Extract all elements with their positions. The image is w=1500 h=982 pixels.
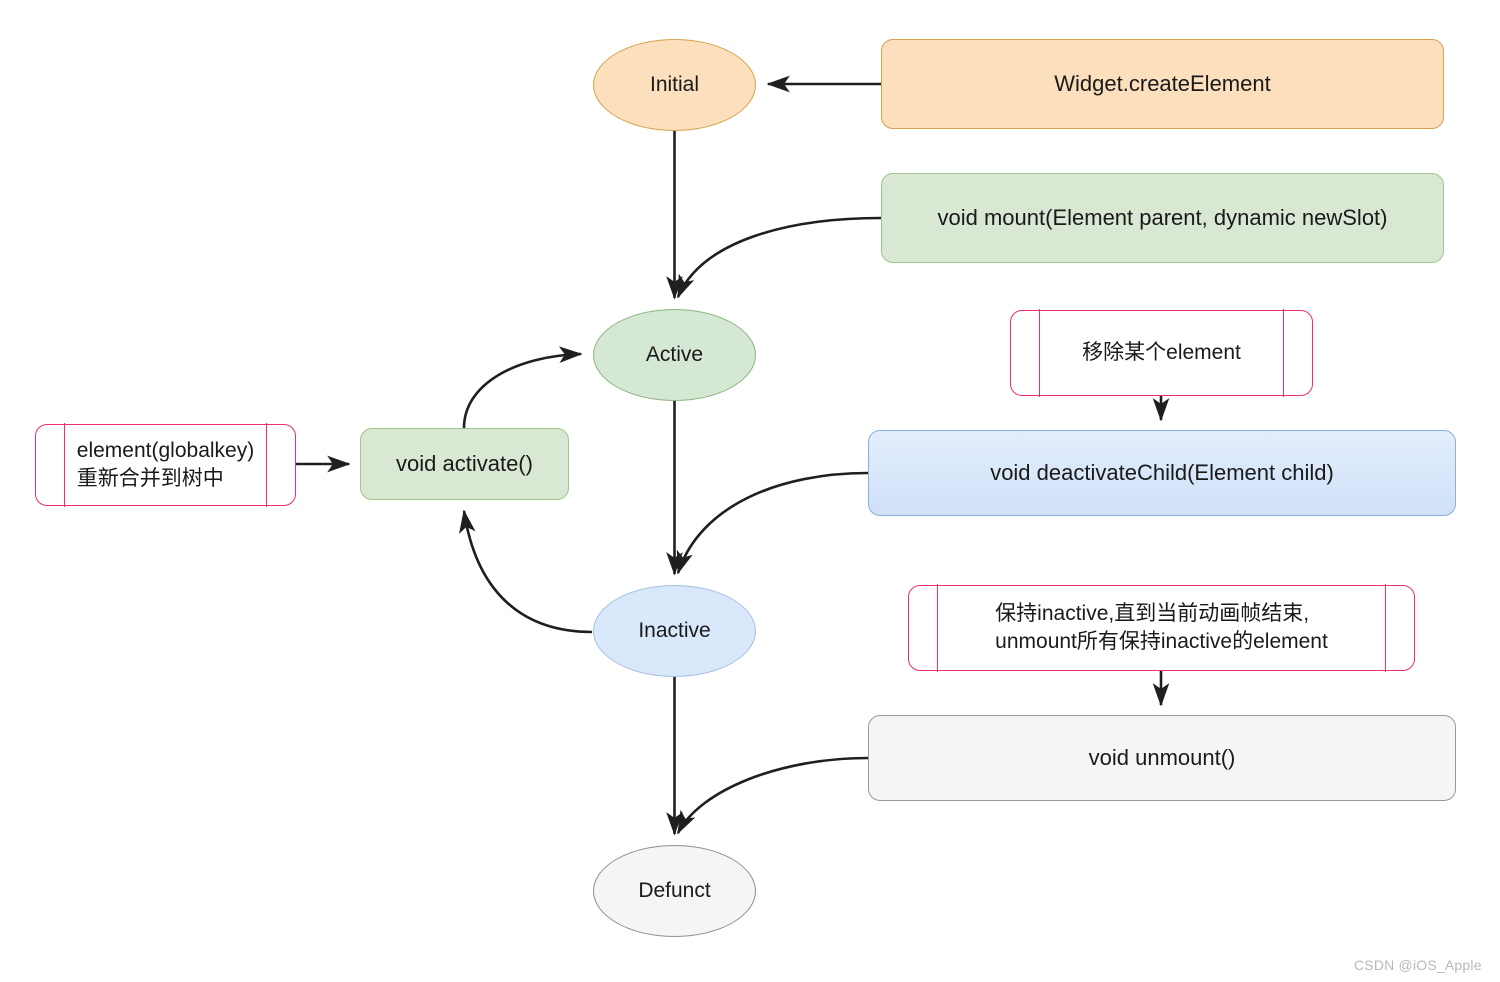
box-void-unmount[interactable]: void unmount() (868, 715, 1456, 801)
note-element-globalkey[interactable]: element(globalkey) 重新合并到树中 (35, 423, 296, 507)
edge-activate-active (462, 346, 583, 429)
box-widget-create-element[interactable]: Widget.createElement (881, 39, 1444, 129)
box-void-activate[interactable]: void activate() (360, 428, 569, 500)
state-node-initial[interactable]: Initial (593, 39, 756, 131)
note-remove-element[interactable]: 移除某个element (1010, 309, 1313, 397)
edge-inactive-activate (459, 509, 593, 634)
state-label-initial: Initial (649, 72, 700, 96)
note-label-remove-element: 移除某个element (1082, 340, 1241, 364)
note-label-element-globalkey: element(globalkey) 重新合并到树中 (76, 438, 255, 490)
note-rail-right-icon (1385, 584, 1386, 672)
note-rail-left-icon (937, 584, 938, 672)
state-node-defunct[interactable]: Defunct (593, 845, 756, 937)
state-node-inactive[interactable]: Inactive (593, 585, 756, 677)
edge-unmount-defunct (676, 756, 869, 835)
state-label-inactive: Inactive (638, 618, 711, 642)
note-label-keep-inactive: 保持inactive,直到当前动画帧结束, unmount所有保持inactiv… (995, 601, 1328, 653)
box-label-deactivate-child: void deactivateChild(Element child) (990, 460, 1334, 486)
state-node-active[interactable]: Active (593, 309, 756, 401)
note-rail-right-icon (1283, 309, 1284, 397)
box-label-create-element: Widget.createElement (1054, 71, 1271, 97)
box-label-mount: void mount(Element parent, dynamic newSl… (937, 205, 1388, 231)
csdn-watermark: CSDN @iOS_Apple (1354, 957, 1482, 973)
note-rail-left-icon (1039, 309, 1040, 397)
state-label-active: Active (645, 342, 704, 366)
diagram-canvas: Initial Active Inactive Defunct Widget.c… (0, 0, 1500, 982)
box-label-unmount: void unmount() (1088, 745, 1236, 771)
note-keep-inactive[interactable]: 保持inactive,直到当前动画帧结束, unmount所有保持inactiv… (908, 584, 1415, 672)
box-void-mount[interactable]: void mount(Element parent, dynamic newSl… (881, 173, 1444, 263)
state-label-defunct: Defunct (638, 878, 711, 902)
box-void-deactivate-child[interactable]: void deactivateChild(Element child) (868, 430, 1456, 516)
box-label-activate: void activate() (396, 451, 533, 477)
edge-deactivatechild-inactive (676, 471, 869, 575)
edge-mount-active (676, 216, 882, 299)
